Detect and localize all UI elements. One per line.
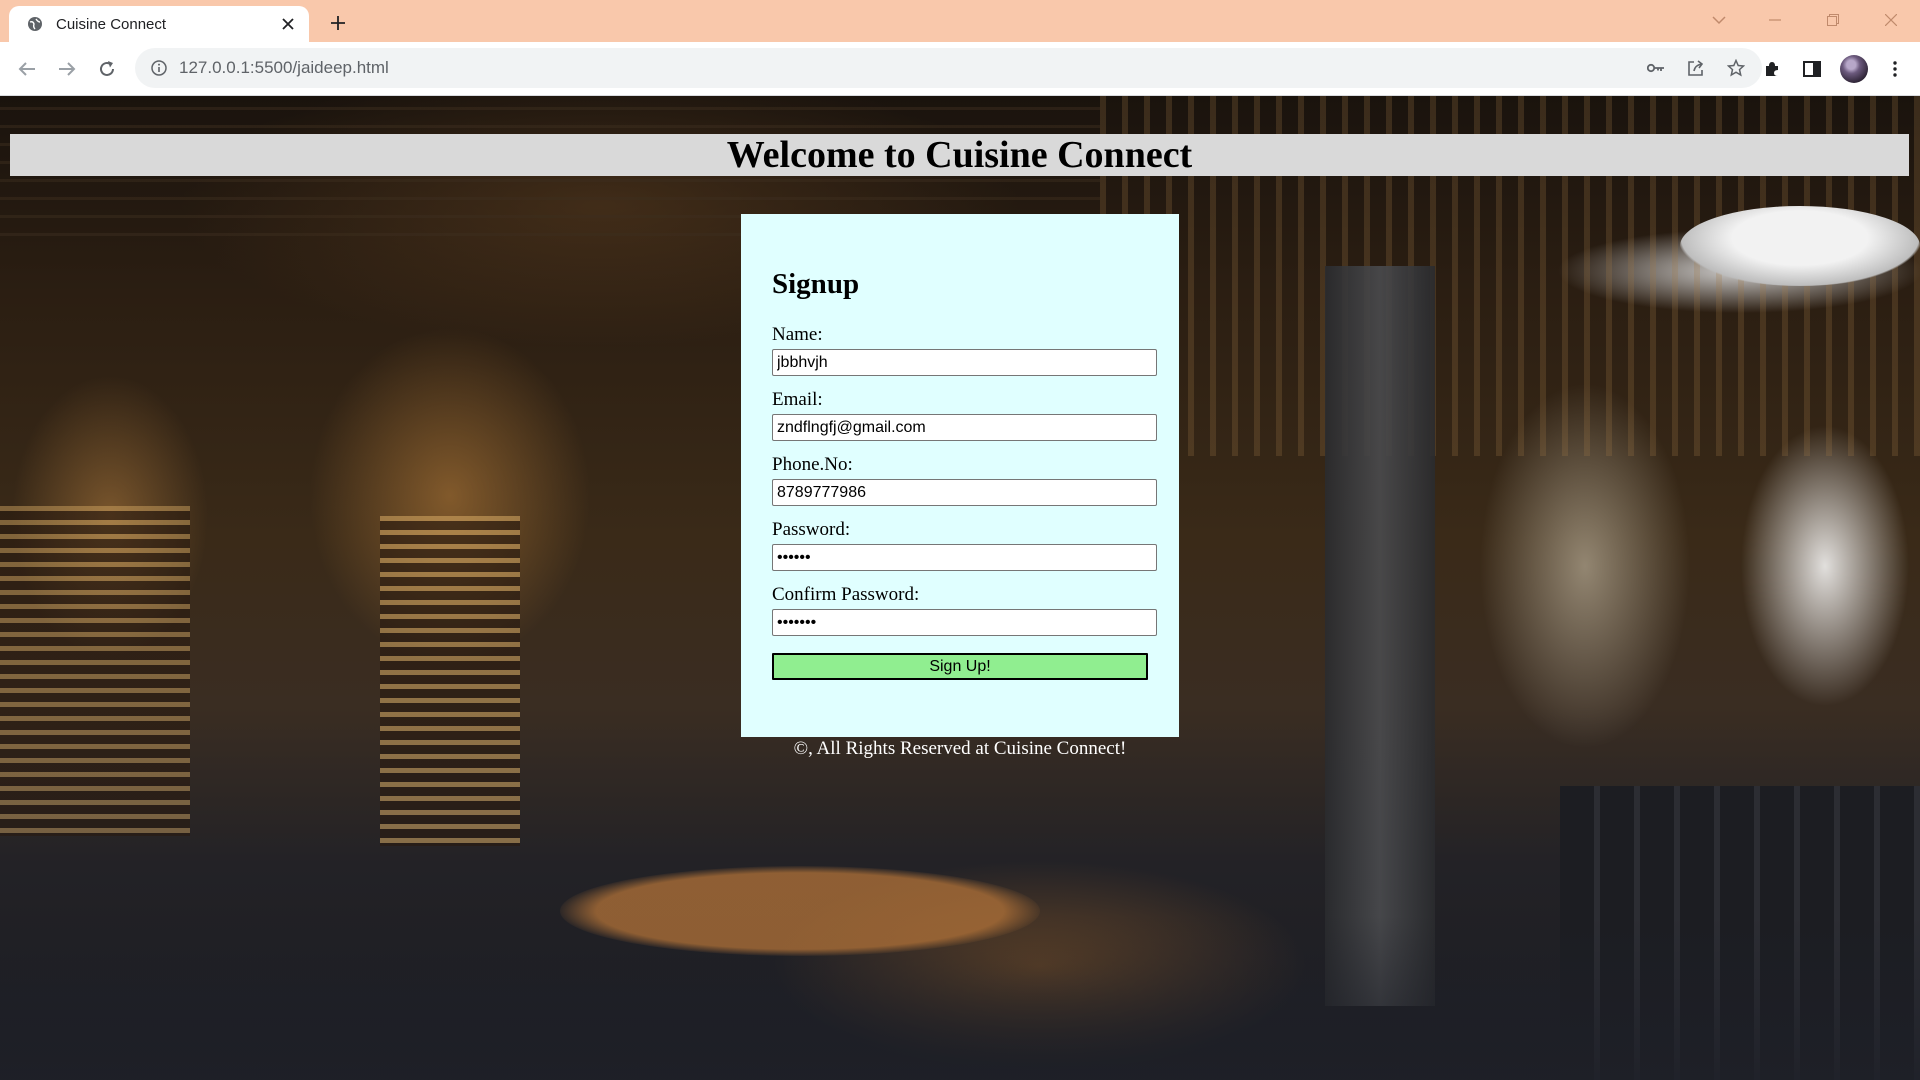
page-header: Welcome to Cuisine Connect	[10, 134, 1909, 176]
back-arrow-icon[interactable]	[12, 54, 42, 84]
email-field-group: Email:	[772, 389, 1157, 441]
confirm-password-input[interactable]	[772, 609, 1157, 636]
sign-up-button[interactable]: Sign Up!	[772, 653, 1148, 680]
bookmark-star-icon[interactable]	[1722, 54, 1750, 82]
more-menu-icon[interactable]	[1880, 54, 1910, 84]
email-input[interactable]	[772, 414, 1157, 441]
name-input[interactable]	[772, 349, 1157, 376]
restore-button[interactable]	[1810, 0, 1856, 40]
close-window-button[interactable]	[1868, 0, 1914, 40]
tab-title: Cuisine Connect	[56, 15, 167, 33]
reload-icon[interactable]	[92, 54, 122, 84]
confirm-password-field-group: Confirm Password:	[772, 584, 1157, 636]
confirm-password-label: Confirm Password:	[772, 584, 920, 605]
form-title: Signup	[772, 268, 860, 300]
url-text: 127.0.0.1:5500/jaideep.html	[179, 58, 389, 77]
phone-field-group: Phone.No:	[772, 454, 1157, 506]
tab-search-icon[interactable]	[1696, 0, 1742, 40]
minimize-button[interactable]	[1752, 0, 1798, 40]
address-bar[interactable]: 127.0.0.1:5500/jaideep.html	[135, 48, 1762, 88]
globe-icon	[26, 15, 44, 33]
password-field-group: Password:	[772, 519, 1157, 571]
forward-arrow-icon[interactable]	[52, 54, 82, 84]
new-tab-button[interactable]	[324, 9, 352, 37]
side-panel-icon[interactable]	[1797, 54, 1827, 84]
site-info-icon[interactable]	[149, 58, 169, 78]
phone-input[interactable]	[772, 479, 1157, 506]
signup-form: Signup Name: Email: Phone.No: Password: …	[741, 214, 1179, 737]
page-title: Welcome to Cuisine Connect	[726, 134, 1193, 176]
name-field-group: Name:	[772, 324, 1157, 376]
extensions-puzzle-icon[interactable]	[1757, 54, 1787, 84]
profile-avatar[interactable]	[1840, 55, 1868, 83]
close-tab-icon[interactable]	[277, 13, 299, 35]
share-icon[interactable]	[1682, 54, 1710, 82]
phone-label: Phone.No:	[772, 454, 853, 475]
key-icon[interactable]	[1642, 54, 1670, 82]
footer-copyright: ©, All Rights Reserved at Cuisine Connec…	[793, 738, 1127, 759]
browser-tab[interactable]: Cuisine Connect	[9, 6, 309, 42]
password-input[interactable]	[772, 544, 1157, 571]
password-label: Password:	[772, 519, 851, 540]
browser-tab-strip: Cuisine Connect	[0, 0, 1920, 42]
email-label: Email:	[772, 389, 823, 410]
page-viewport: Welcome to Cuisine Connect Signup Name: …	[0, 96, 1920, 1080]
browser-toolbar: 127.0.0.1:5500/jaideep.html	[0, 42, 1920, 96]
name-label: Name:	[772, 324, 823, 345]
